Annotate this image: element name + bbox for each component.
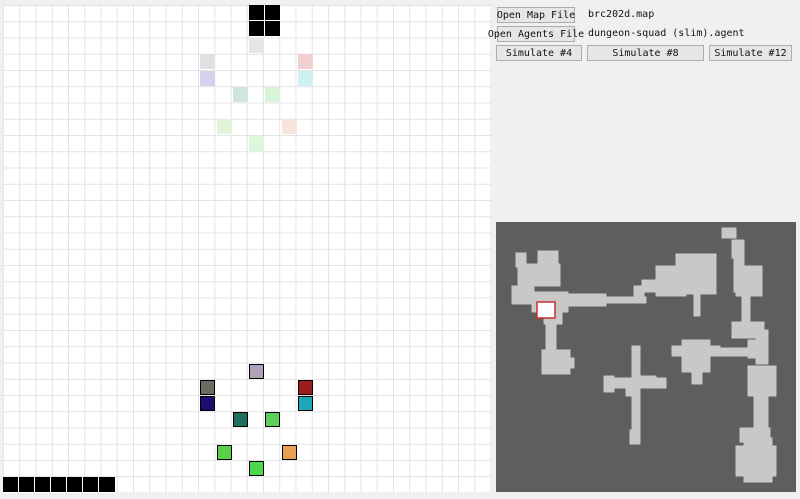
wall-cell xyxy=(83,477,99,493)
agent-cell[interactable] xyxy=(233,412,248,427)
goal-cell xyxy=(265,87,280,102)
agent-cell[interactable] xyxy=(249,461,264,476)
wall-cell xyxy=(19,477,35,493)
goal-cell xyxy=(233,87,248,102)
agent-cell[interactable] xyxy=(265,412,280,427)
goal-cell xyxy=(282,119,297,134)
wall-cell xyxy=(35,477,51,493)
simulate-8-button[interactable]: Simulate #8 xyxy=(587,45,704,61)
wall-cell xyxy=(51,477,67,493)
simulate-4-button[interactable]: Simulate #4 xyxy=(496,45,582,61)
goal-cell xyxy=(298,71,313,86)
agents-file-name: dungeon-squad (slim).agent xyxy=(588,28,745,39)
goal-cell xyxy=(249,136,264,151)
wall-cell xyxy=(67,477,83,493)
map-file-name: brc202d.map xyxy=(588,9,655,20)
goal-cell xyxy=(200,54,215,69)
open-map-file-button[interactable]: Open Map File xyxy=(497,7,575,23)
agent-cell[interactable] xyxy=(249,364,264,379)
agent-cell[interactable] xyxy=(200,380,215,395)
open-agents-file-button[interactable]: Open Agents File xyxy=(488,26,584,42)
wall-cell xyxy=(3,477,19,493)
wall-cell xyxy=(99,477,116,493)
map-grid-view[interactable] xyxy=(3,5,491,493)
wall-cell xyxy=(265,5,281,21)
agent-cell[interactable] xyxy=(217,445,232,460)
minimap[interactable] xyxy=(496,222,796,492)
agent-cell[interactable] xyxy=(298,380,313,395)
agent-cell[interactable] xyxy=(298,396,313,411)
wall-cell xyxy=(249,21,265,37)
agent-cell[interactable] xyxy=(200,396,215,411)
goal-cell xyxy=(200,71,215,86)
wall-cell xyxy=(249,5,265,21)
minimap-layout xyxy=(511,227,777,483)
wall-cell xyxy=(265,21,281,37)
viewport-indicator xyxy=(536,301,556,319)
goal-cell xyxy=(298,54,313,69)
goal-cell xyxy=(217,119,232,134)
simulate-12-button[interactable]: Simulate #12 xyxy=(709,45,792,61)
goal-cell xyxy=(249,38,264,53)
agent-cell[interactable] xyxy=(282,445,297,460)
